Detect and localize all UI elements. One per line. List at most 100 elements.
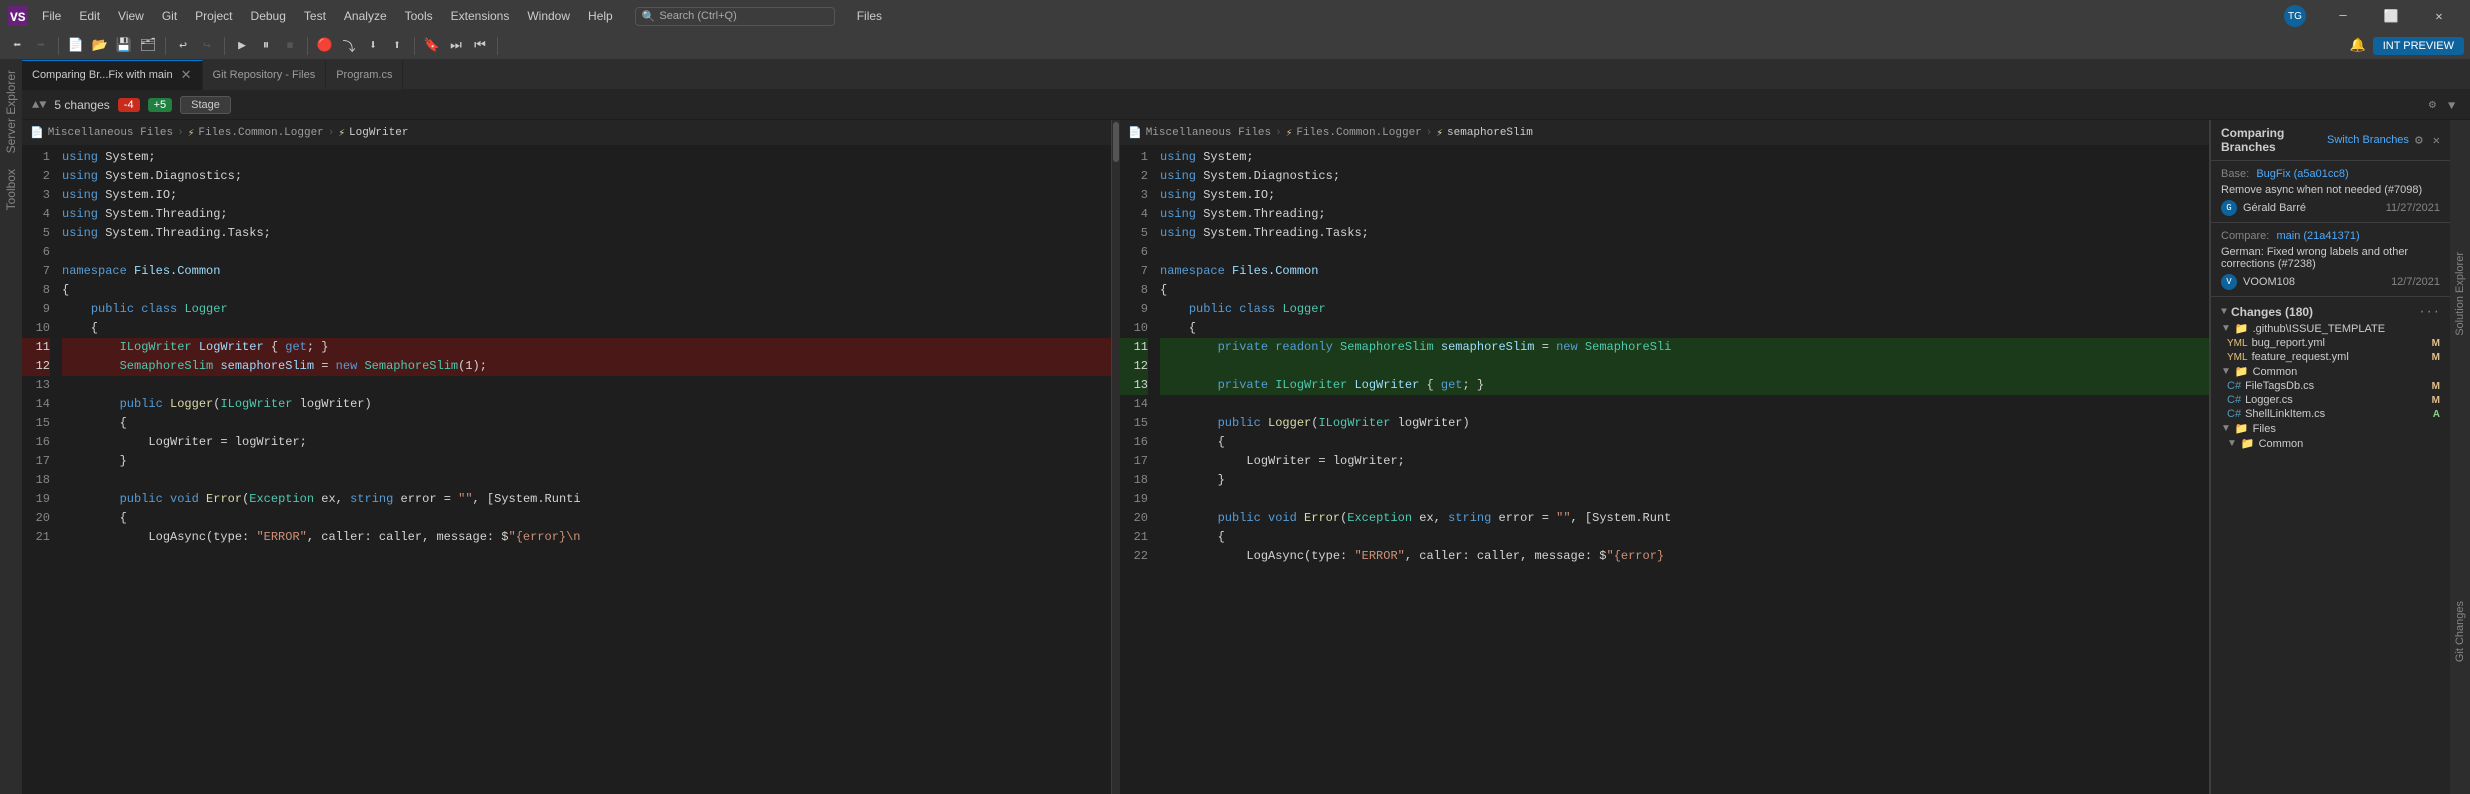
code-line [62, 376, 1111, 395]
menu-view[interactable]: View [110, 7, 152, 25]
code-line [1160, 395, 2209, 414]
tree-item-shell-link-item[interactable]: C# ShellLinkItem.cs A [2215, 407, 2446, 421]
compare-value: main (21a41371) [2277, 230, 2360, 242]
changes-chevron[interactable]: ▼ [2221, 307, 2227, 318]
save-btn[interactable]: 💾 [113, 35, 135, 57]
tab-comparing-close[interactable]: ✕ [181, 67, 192, 83]
run-btn[interactable]: ▶ [231, 35, 253, 57]
gear-icon[interactable]: ⚙ [2429, 97, 2436, 112]
left-sidebar: Server Explorer Toolbox [0, 60, 22, 794]
nav-fwd-btn[interactable]: ⏭ [445, 35, 467, 57]
breadcrumb-files-logger-left[interactable]: Files.Common.Logger [198, 127, 323, 139]
undo-btn[interactable]: ↩ [172, 35, 194, 57]
tab-comparing[interactable]: Comparing Br...Fix with main ✕ [22, 60, 203, 90]
shell-link-item-label: ShellLinkItem.cs [2245, 408, 2325, 420]
nav-arrows[interactable]: ▲▼ [32, 98, 46, 112]
toolbox-icon[interactable]: Toolbox [2, 165, 20, 214]
changes-more-icon[interactable]: ··· [2418, 305, 2440, 319]
bell-icon[interactable]: 🔔 [2347, 35, 2369, 57]
code-line: public class Logger [1160, 300, 2209, 319]
tree-item-bug-report[interactable]: YML bug_report.yml M [2215, 336, 2446, 350]
code-line: LogAsync(type: "ERROR", caller: caller, … [1160, 547, 2209, 566]
nav-back-btn[interactable]: ⏮ [469, 35, 491, 57]
menu-help[interactable]: Help [580, 7, 621, 25]
menu-git[interactable]: Git [154, 7, 185, 25]
base-author-name: Gérald Barré [2243, 202, 2306, 214]
tree-folder-github[interactable]: ▼ 📁 .github\ISSUE_TEMPLATE [2215, 321, 2446, 336]
right-panel-close-icon[interactable]: ✕ [2433, 133, 2440, 148]
code-line: public Logger(ILogWriter logWriter) [1160, 414, 2209, 433]
common-folder-label: Common [2253, 366, 2298, 378]
bug-report-label: bug_report.yml [2252, 337, 2325, 349]
menu-edit[interactable]: Edit [71, 7, 108, 25]
plus-badge: +5 [148, 98, 173, 112]
feature-request-badge: M [2432, 352, 2440, 363]
breadcrumb-semaphoreslim[interactable]: semaphoreSlim [1447, 127, 1533, 139]
open-folder-btn[interactable]: 📂 [89, 35, 111, 57]
stage-button[interactable]: Stage [180, 96, 231, 114]
toolbar: ⬅ ➡ 📄 📂 💾 🗂 ↩ ↪ ▶ ⏸ ⏹ 🔴 ⤵ ⬇ ⬆ 🔖 ⏭ ⏮ 🔔 IN… [0, 32, 2470, 60]
step-into-btn[interactable]: ⬇ [362, 35, 384, 57]
tree-folder-common-sub[interactable]: ▼ 📁 Common [2215, 436, 2446, 451]
server-explorer-icon[interactable]: Server Explorer [2, 66, 20, 157]
code-line: public void Error(Exception ex, string e… [62, 490, 1111, 509]
breakpoint-btn[interactable]: 🔴 [314, 35, 336, 57]
tree-folder-common[interactable]: ▼ 📁 Common [2215, 364, 2446, 379]
solution-explorer-label[interactable]: Solution Explorer [2452, 244, 2468, 344]
menu-analyze[interactable]: Analyze [336, 7, 395, 25]
git-changes-label[interactable]: Git Changes [2452, 593, 2468, 670]
middle-scrollbar[interactable] [1112, 120, 1120, 794]
code-line: { [62, 509, 1111, 528]
misc-files-icon-right: 📄 [1128, 126, 1142, 140]
switch-branches-button[interactable]: Switch Branches [2327, 134, 2409, 146]
breadcrumb-misc-right[interactable]: Miscellaneous Files [1146, 127, 1271, 139]
code-line: using System.Threading; [62, 205, 1111, 224]
menu-window[interactable]: Window [519, 7, 578, 25]
tree-folder-files[interactable]: ▼ 📁 Files [2215, 421, 2446, 436]
new-project-btn[interactable]: 📄 [65, 35, 87, 57]
toolbar-separator-6 [497, 37, 498, 55]
base-commit-author: G Gérald Barré 11/27/2021 [2221, 200, 2440, 216]
right-panel-settings-icon[interactable]: ⚙ [2415, 133, 2423, 148]
code-line: using System.IO; [62, 186, 1111, 205]
tab-git-repository[interactable]: Git Repository - Files [203, 60, 327, 90]
back-button[interactable]: ⬅ [6, 35, 28, 57]
changes-count-label: 5 changes [54, 98, 109, 112]
minimize-button[interactable]: ─ [2320, 0, 2366, 32]
toolbar-separator-2 [165, 37, 166, 55]
redo-btn[interactable]: ↪ [196, 35, 218, 57]
compare-section: Compare: main (21a41371) German: Fixed w… [2211, 223, 2450, 297]
collapse-icon[interactable]: ▼ [2448, 99, 2460, 111]
menu-extensions[interactable]: Extensions [443, 7, 518, 25]
search-box[interactable]: 🔍 Search (Ctrl+Q) [635, 7, 835, 26]
tree-item-logger[interactable]: C# Logger.cs M [2215, 393, 2446, 407]
tree-item-file-tags-db[interactable]: C# FileTagsDb.cs M [2215, 379, 2446, 393]
close-button[interactable]: ✕ [2416, 0, 2462, 32]
menu-project[interactable]: Project [187, 7, 240, 25]
breadcrumb-files-logger-right[interactable]: Files.Common.Logger [1296, 127, 1421, 139]
bookmark-btn[interactable]: 🔖 [421, 35, 443, 57]
save-all-btn[interactable]: 🗂 [137, 35, 159, 57]
tree-item-feature-request[interactable]: YML feature_request.yml M [2215, 350, 2446, 364]
files-chevron: ▼ [2221, 423, 2231, 434]
pause-btn[interactable]: ⏸ [255, 35, 277, 57]
tab-git-label: Git Repository - Files [213, 69, 316, 81]
user-avatar[interactable]: TG [2284, 5, 2306, 27]
menu-tools[interactable]: Tools [397, 7, 441, 25]
code-line-removed: SemaphoreSlim semaphoreSlim = new Semaph… [62, 357, 1111, 376]
breadcrumb-logwriter[interactable]: LogWriter [349, 127, 408, 139]
breadcrumb-misc-left[interactable]: Miscellaneous Files [48, 127, 173, 139]
menu-test[interactable]: Test [296, 7, 334, 25]
forward-button[interactable]: ➡ [30, 35, 52, 57]
code-line-added: private ILogWriter LogWriter { get; } [1160, 376, 2209, 395]
code-line: { [62, 281, 1111, 300]
menu-debug[interactable]: Debug [243, 7, 294, 25]
tab-program-cs[interactable]: Program.cs [326, 60, 403, 90]
menu-file[interactable]: File [34, 7, 69, 25]
maximize-button[interactable]: ⬜ [2368, 0, 2414, 32]
int-preview-button[interactable]: INT PREVIEW [2373, 37, 2464, 55]
compare-commit-date: 12/7/2021 [2391, 276, 2440, 288]
stop-btn[interactable]: ⏹ [279, 35, 301, 57]
step-over-btn[interactable]: ⤵ [338, 35, 360, 57]
step-out-btn[interactable]: ⬆ [386, 35, 408, 57]
